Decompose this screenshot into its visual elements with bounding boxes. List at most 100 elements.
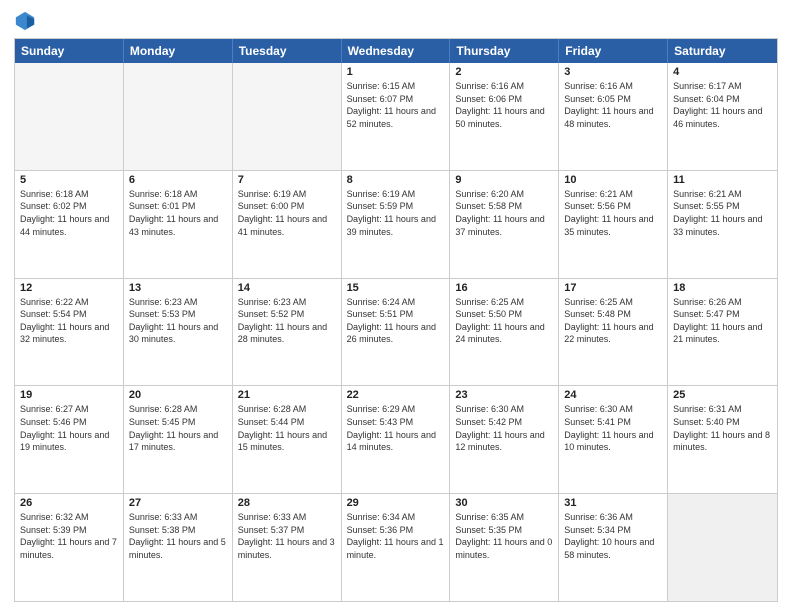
cell-info: Sunrise: 6:29 AM Sunset: 5:43 PM Dayligh…	[347, 403, 445, 453]
cell-info: Sunrise: 6:21 AM Sunset: 5:55 PM Dayligh…	[673, 188, 772, 238]
calendar-cell: 8 Sunrise: 6:19 AM Sunset: 5:59 PM Daylig…	[342, 171, 451, 278]
day-number: 19	[20, 389, 118, 401]
day-number: 28	[238, 497, 336, 509]
calendar-cell: 13 Sunrise: 6:23 AM Sunset: 5:53 PM Dayli…	[124, 279, 233, 386]
day-number: 10	[564, 174, 662, 186]
cell-info: Sunrise: 6:20 AM Sunset: 5:58 PM Dayligh…	[455, 188, 553, 238]
weekday-header: Friday	[559, 39, 668, 63]
cell-info: Sunrise: 6:28 AM Sunset: 5:44 PM Dayligh…	[238, 403, 336, 453]
day-number: 6	[129, 174, 227, 186]
calendar-cell: 27 Sunrise: 6:33 AM Sunset: 5:38 PM Dayli…	[124, 494, 233, 601]
cell-info: Sunrise: 6:16 AM Sunset: 6:06 PM Dayligh…	[455, 80, 553, 130]
cell-info: Sunrise: 6:24 AM Sunset: 5:51 PM Dayligh…	[347, 296, 445, 346]
calendar-cell: 7 Sunrise: 6:19 AM Sunset: 6:00 PM Daylig…	[233, 171, 342, 278]
day-number: 25	[673, 389, 772, 401]
day-number: 30	[455, 497, 553, 509]
calendar-cell: 21 Sunrise: 6:28 AM Sunset: 5:44 PM Dayli…	[233, 386, 342, 493]
cell-info: Sunrise: 6:35 AM Sunset: 5:35 PM Dayligh…	[455, 511, 553, 561]
day-number: 13	[129, 282, 227, 294]
calendar-row: 26Sunrise: 6:32 AM Sunset: 5:39 PM Dayli…	[15, 494, 777, 601]
day-number: 26	[20, 497, 118, 509]
cell-info: Sunrise: 6:33 AM Sunset: 5:38 PM Dayligh…	[129, 511, 227, 561]
day-number: 24	[564, 389, 662, 401]
calendar-cell: 22 Sunrise: 6:29 AM Sunset: 5:43 PM Dayli…	[342, 386, 451, 493]
cell-info: Sunrise: 6:30 AM Sunset: 5:41 PM Dayligh…	[564, 403, 662, 453]
cell-info: Sunrise: 6:30 AM Sunset: 5:42 PM Dayligh…	[455, 403, 553, 453]
logo-icon	[14, 10, 36, 32]
day-number: 9	[455, 174, 553, 186]
cell-info: Sunrise: 6:21 AM Sunset: 5:56 PM Dayligh…	[564, 188, 662, 238]
cell-info: Sunrise: 6:19 AM Sunset: 5:59 PM Dayligh…	[347, 188, 445, 238]
calendar-cell: 18Sunrise: 6:26 AM Sunset: 5:47 PM Dayli…	[668, 279, 777, 386]
calendar-header: SundayMondayTuesdayWednesdayThursdayFrid…	[15, 39, 777, 63]
calendar-cell: 29Sunrise: 6:34 AM Sunset: 5:36 PM Dayli…	[342, 494, 451, 601]
day-number: 16	[455, 282, 553, 294]
cell-info: Sunrise: 6:28 AM Sunset: 5:45 PM Dayligh…	[129, 403, 227, 453]
weekday-header: Saturday	[668, 39, 777, 63]
calendar-cell: 25 Sunrise: 6:31 AM Sunset: 5:40 PM Dayli…	[668, 386, 777, 493]
day-number: 27	[129, 497, 227, 509]
cell-info: Sunrise: 6:33 AM Sunset: 5:37 PM Dayligh…	[238, 511, 336, 561]
calendar-cell: 10 Sunrise: 6:21 AM Sunset: 5:56 PM Dayli…	[559, 171, 668, 278]
cell-info: Sunrise: 6:19 AM Sunset: 6:00 PM Dayligh…	[238, 188, 336, 238]
weekday-header: Sunday	[15, 39, 124, 63]
calendar-row: 12 Sunrise: 6:22 AM Sunset: 5:54 PM Dayli…	[15, 279, 777, 387]
calendar-cell: 2Sunrise: 6:16 AM Sunset: 6:06 PM Daylig…	[450, 63, 559, 170]
cell-info: Sunrise: 6:23 AM Sunset: 5:52 PM Dayligh…	[238, 296, 336, 346]
calendar-cell	[233, 63, 342, 170]
day-number: 12	[20, 282, 118, 294]
calendar-cell: 4 Sunrise: 6:17 AM Sunset: 6:04 PM Daylig…	[668, 63, 777, 170]
day-number: 31	[564, 497, 662, 509]
cell-info: Sunrise: 6:34 AM Sunset: 5:36 PM Dayligh…	[347, 511, 445, 561]
cell-info: Sunrise: 6:23 AM Sunset: 5:53 PM Dayligh…	[129, 296, 227, 346]
cell-info: Sunrise: 6:31 AM Sunset: 5:40 PM Dayligh…	[673, 403, 772, 453]
day-number: 1	[347, 66, 445, 78]
cell-info: Sunrise: 6:18 AM Sunset: 6:02 PM Dayligh…	[20, 188, 118, 238]
weekday-header: Monday	[124, 39, 233, 63]
calendar-cell: 5 Sunrise: 6:18 AM Sunset: 6:02 PM Daylig…	[15, 171, 124, 278]
calendar-cell: 1 Sunrise: 6:15 AM Sunset: 6:07 PM Daylig…	[342, 63, 451, 170]
day-number: 8	[347, 174, 445, 186]
cell-info: Sunrise: 6:22 AM Sunset: 5:54 PM Dayligh…	[20, 296, 118, 346]
header	[14, 10, 778, 32]
weekday-header: Thursday	[450, 39, 559, 63]
cell-info: Sunrise: 6:17 AM Sunset: 6:04 PM Dayligh…	[673, 80, 772, 130]
day-number: 22	[347, 389, 445, 401]
day-number: 7	[238, 174, 336, 186]
calendar-cell: 28 Sunrise: 6:33 AM Sunset: 5:37 PM Dayli…	[233, 494, 342, 601]
weekday-header: Wednesday	[342, 39, 451, 63]
cell-info: Sunrise: 6:15 AM Sunset: 6:07 PM Dayligh…	[347, 80, 445, 130]
day-number: 14	[238, 282, 336, 294]
day-number: 5	[20, 174, 118, 186]
calendar-row: 19Sunrise: 6:27 AM Sunset: 5:46 PM Dayli…	[15, 386, 777, 494]
calendar-cell: 24 Sunrise: 6:30 AM Sunset: 5:41 PM Dayli…	[559, 386, 668, 493]
calendar-cell: 23Sunrise: 6:30 AM Sunset: 5:42 PM Dayli…	[450, 386, 559, 493]
weekday-header: Tuesday	[233, 39, 342, 63]
calendar-body: 1 Sunrise: 6:15 AM Sunset: 6:07 PM Daylig…	[15, 63, 777, 601]
calendar-cell	[15, 63, 124, 170]
calendar-cell	[124, 63, 233, 170]
calendar-cell: 16 Sunrise: 6:25 AM Sunset: 5:50 PM Dayli…	[450, 279, 559, 386]
day-number: 20	[129, 389, 227, 401]
day-number: 15	[347, 282, 445, 294]
cell-info: Sunrise: 6:18 AM Sunset: 6:01 PM Dayligh…	[129, 188, 227, 238]
logo	[14, 10, 40, 32]
calendar-cell: 11Sunrise: 6:21 AM Sunset: 5:55 PM Dayli…	[668, 171, 777, 278]
calendar: SundayMondayTuesdayWednesdayThursdayFrid…	[14, 38, 778, 602]
calendar-cell: 30 Sunrise: 6:35 AM Sunset: 5:35 PM Dayli…	[450, 494, 559, 601]
calendar-cell: 14 Sunrise: 6:23 AM Sunset: 5:52 PM Dayli…	[233, 279, 342, 386]
cell-info: Sunrise: 6:16 AM Sunset: 6:05 PM Dayligh…	[564, 80, 662, 130]
day-number: 21	[238, 389, 336, 401]
calendar-cell: 15 Sunrise: 6:24 AM Sunset: 5:51 PM Dayli…	[342, 279, 451, 386]
calendar-row: 5 Sunrise: 6:18 AM Sunset: 6:02 PM Daylig…	[15, 171, 777, 279]
day-number: 4	[673, 66, 772, 78]
cell-info: Sunrise: 6:36 AM Sunset: 5:34 PM Dayligh…	[564, 511, 662, 561]
calendar-row: 1 Sunrise: 6:15 AM Sunset: 6:07 PM Daylig…	[15, 63, 777, 171]
calendar-cell: 20 Sunrise: 6:28 AM Sunset: 5:45 PM Dayli…	[124, 386, 233, 493]
calendar-cell: 19Sunrise: 6:27 AM Sunset: 5:46 PM Dayli…	[15, 386, 124, 493]
calendar-cell: 26Sunrise: 6:32 AM Sunset: 5:39 PM Dayli…	[15, 494, 124, 601]
calendar-cell: 12 Sunrise: 6:22 AM Sunset: 5:54 PM Dayli…	[15, 279, 124, 386]
calendar-cell: 3 Sunrise: 6:16 AM Sunset: 6:05 PM Daylig…	[559, 63, 668, 170]
day-number: 3	[564, 66, 662, 78]
cell-info: Sunrise: 6:25 AM Sunset: 5:50 PM Dayligh…	[455, 296, 553, 346]
